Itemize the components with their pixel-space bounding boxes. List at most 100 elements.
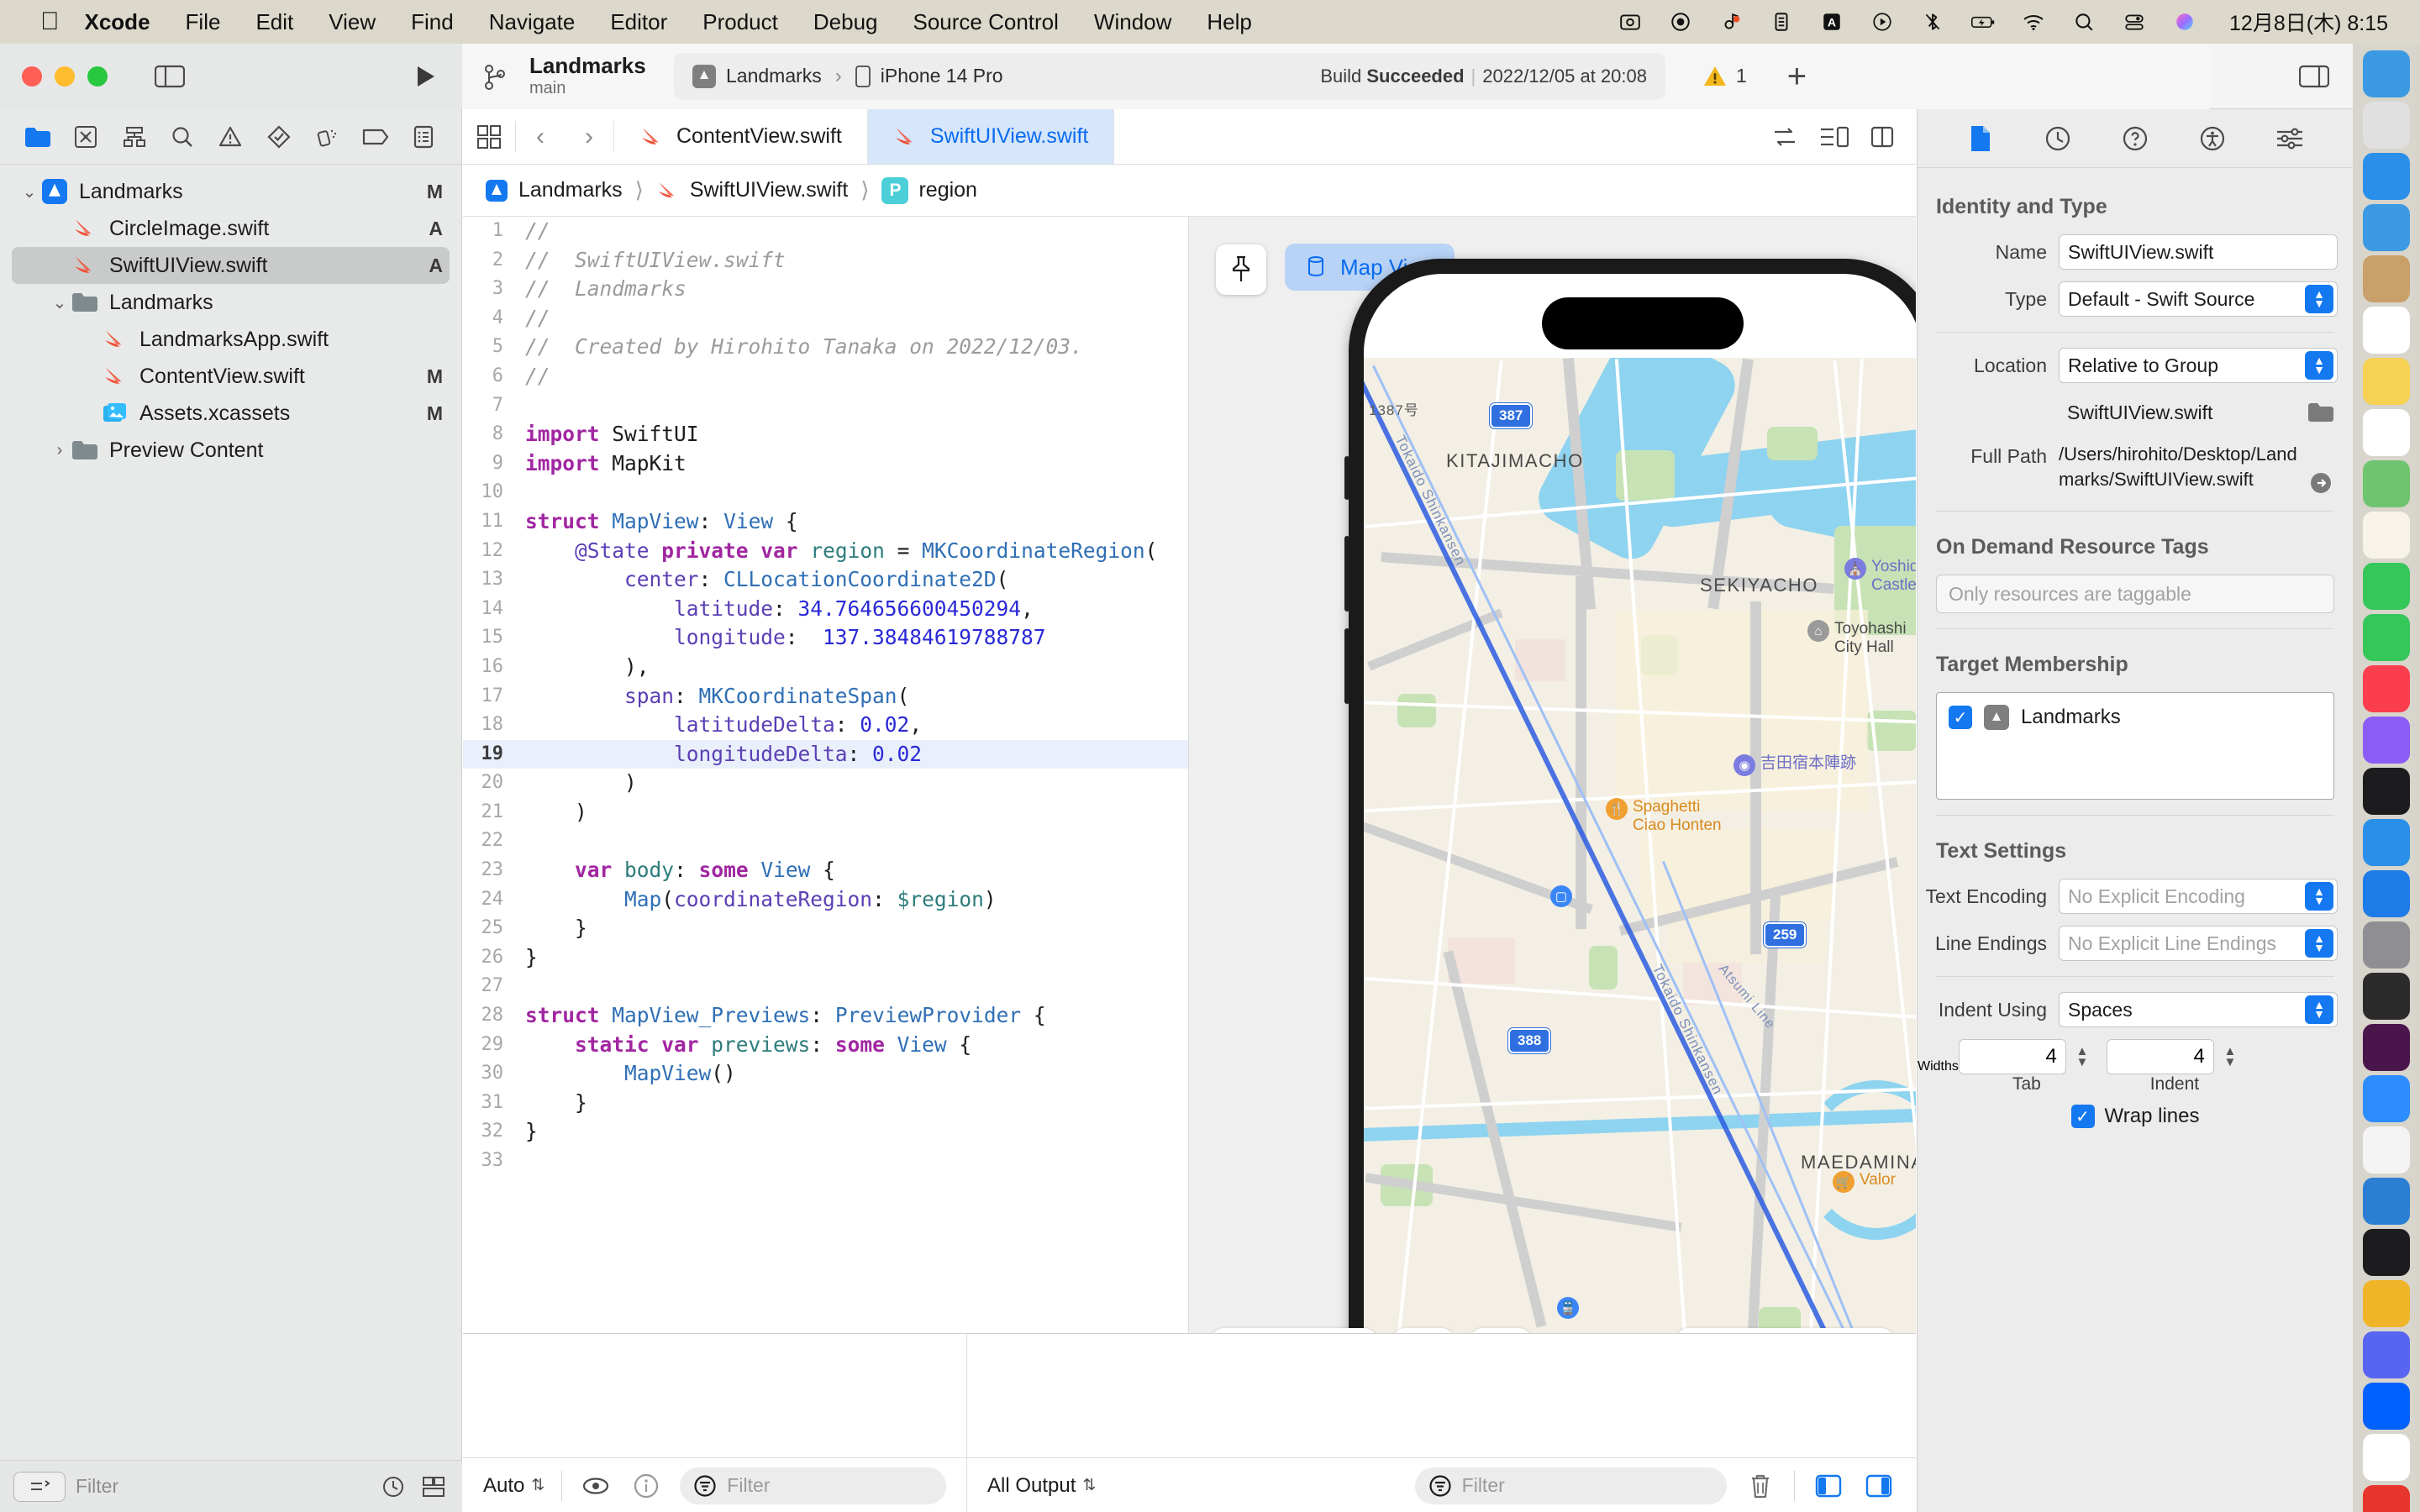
tab-width-stepper[interactable]: ▲ ▼ [2070,1039,2095,1074]
quick-help-icon[interactable] [2118,122,2152,155]
eye-icon[interactable] [579,1469,613,1503]
code-line[interactable]: 13 center: CLLocationCoordinate2D( [463,565,1188,595]
console-filter-input[interactable]: Filter [1414,1467,1727,1504]
apple-logo-icon[interactable]:  [40,9,60,34]
zoom-icon[interactable] [2363,1075,2410,1122]
code-line[interactable]: 24 Map(coordinateRegion: $region) [463,885,1188,915]
dropbox-icon[interactable] [2363,1383,2410,1430]
contacts-icon[interactable] [2363,255,2410,302]
code-line[interactable]: 17 span: MKCoordinateSpan( [463,682,1188,711]
choose-folder-icon[interactable] [2304,402,2338,423]
menu-item-help[interactable]: Help [1207,9,1251,35]
sidebar-item-swiftuiview-swift[interactable]: SwiftUIView.swift A [12,247,450,284]
messages-icon[interactable] [2363,563,2410,610]
code-line[interactable]: 9 import MapKit [463,449,1188,479]
search-icon[interactable] [158,115,206,159]
vscode-icon[interactable] [2363,1178,2410,1225]
breadcrumb-file[interactable]: SwiftUIView.swift [690,178,848,202]
line-endings-popup[interactable]: No Explicit Line Endings ▲ ▼ [2059,926,2338,961]
odr-tags-field[interactable]: Only resources are taggable [1936,575,2334,613]
variables-scope-menu[interactable]: Auto ⇅ [483,1474,544,1498]
code-line[interactable]: 8 import SwiftUI [463,420,1188,449]
project-block[interactable]: Landmarks main [529,53,655,99]
reminders-icon[interactable] [2363,409,2410,456]
code-line[interactable]: 26} [463,943,1188,973]
record-icon[interactable] [1668,9,1693,34]
accessibility-icon[interactable] [2196,122,2229,155]
code-line[interactable]: 4 // [463,304,1188,333]
warning-icon[interactable] [207,115,255,159]
input-source-icon[interactable]: A [1819,9,1844,34]
menu-bar-clock[interactable]: 12月8日(木) 8:15 [2229,7,2388,37]
type-popup[interactable]: Default - Swift Source ▲ ▼ [2059,281,2338,317]
scheme-status-bar[interactable]: Landmarks › iPhone 14 Pro Build Succeede… [674,52,1665,100]
source-control-icon[interactable] [61,115,109,159]
music-icon[interactable] [1718,9,1744,34]
indent-using-popup[interactable]: Spaces ▲ ▼ [2059,992,2338,1027]
history-inspector-icon[interactable] [2041,122,2075,155]
menu-item-find[interactable]: Find [411,9,454,35]
symbol-hierarchy-icon[interactable] [110,115,158,159]
run-button[interactable] [410,62,439,91]
gif-icon[interactable] [2363,1280,2410,1327]
breakpoint-icon[interactable] [351,115,399,159]
code-line[interactable]: 10 [463,478,1188,507]
test-icon[interactable] [255,115,302,159]
photos-icon[interactable] [2363,512,2410,559]
file-inspector-icon[interactable] [1964,122,1997,155]
music-icon[interactable] [2363,665,2410,712]
navigator-filter-input[interactable]: Filter [76,1475,368,1498]
slack-icon[interactable] [2363,1024,2410,1071]
info-icon[interactable] [629,1469,663,1503]
code-line[interactable]: 30 MapView() [463,1059,1188,1089]
code-line[interactable]: 28 struct MapView_Previews: PreviewProvid… [463,1001,1188,1031]
safari-icon[interactable] [2363,153,2410,200]
code-line[interactable]: 21 ) [463,798,1188,827]
code-review-icon[interactable] [1771,126,1798,148]
code-line[interactable]: 33 [463,1147,1188,1176]
tab-swiftuiview-swift[interactable]: SwiftUIView.swift [867,109,1115,164]
bluetooth-icon[interactable] [1920,9,1945,34]
menu-item-window[interactable]: Window [1094,9,1171,35]
code-line[interactable]: 16 ), [463,653,1188,682]
pin-icon[interactable] [1216,244,1266,295]
hierarchy-icon[interactable] [418,1472,449,1502]
menu-item-debug[interactable]: Debug [813,9,878,35]
code-line[interactable]: 22 [463,827,1188,856]
report-icon[interactable] [400,115,448,159]
left-panel-icon[interactable] [1812,1469,1845,1503]
editor-layout-icon[interactable] [463,109,515,164]
target-checkbox[interactable]: ✓ [1949,706,1972,729]
console-scope-menu[interactable]: All Output ⇅ [987,1474,1096,1498]
sidebar-item-circleimage-swift[interactable]: CircleImage.swift A [0,210,461,247]
siri-icon[interactable] [2172,9,2197,34]
name-field[interactable]: SwiftUIView.swift [2059,234,2338,270]
calendar-icon[interactable] [2363,307,2410,354]
code-line[interactable]: 7 [463,391,1188,421]
sidebar-toggle-icon[interactable] [155,64,185,89]
sidebar-item-landmarks[interactable]: ⌄ Landmarks M [0,173,461,210]
notion-icon[interactable] [2363,1434,2410,1481]
code-line[interactable]: 14 latitude: 34.764656600450294, [463,595,1188,624]
maps-icon[interactable] [2363,460,2410,507]
control-center-icon[interactable] [2122,9,2147,34]
editor-options-icon[interactable] [1820,126,1849,148]
code-line[interactable]: 12 @State private var region = MKCoordin… [463,537,1188,566]
discord-icon[interactable] [2363,1331,2410,1378]
podcasts-icon[interactable] [2363,717,2410,764]
code-line[interactable]: 11 struct MapView: View { [463,507,1188,537]
wrap-lines-checkbox[interactable]: ✓ [2070,1105,2095,1128]
acrobat-icon[interactable] [2363,1485,2410,1512]
folder-icon[interactable] [13,115,61,159]
code-editor[interactable]: 1 // 2 // SwiftUIView.swift 3 // Landmarks 4 //… [463,217,1189,1399]
sidebar-item-assets-xcassets[interactable]: Assets.xcassets M [0,395,461,432]
menu-item-view[interactable]: View [329,9,376,35]
screenshot-icon[interactable] [1618,9,1643,34]
warning-badge[interactable]: 1 [1702,65,1747,88]
right-panel-icon[interactable] [1862,1469,1896,1503]
code-line[interactable]: 1 // [463,217,1188,246]
location-popup[interactable]: Relative to Group ▲ ▼ [2059,348,2338,383]
go-forward-button[interactable]: › [565,109,613,164]
finder-icon[interactable] [2363,50,2410,97]
menu-item-file[interactable]: File [186,9,221,35]
